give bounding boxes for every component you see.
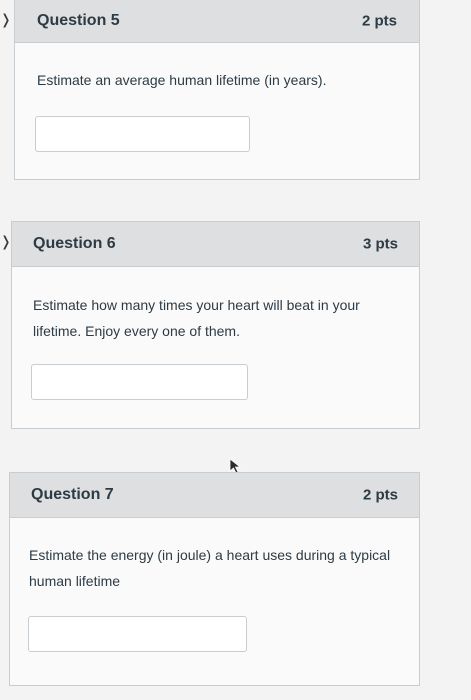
chevron-right-icon[interactable]: ❭ bbox=[0, 234, 12, 250]
question-title: Question 7 bbox=[31, 486, 114, 503]
question-points: 2 pts bbox=[361, 12, 397, 29]
question-card-7: Question 7 2 pts Estimate the energy (in… bbox=[9, 472, 420, 686]
answer-input[interactable] bbox=[28, 616, 247, 652]
question-header: Question 5 2 pts bbox=[15, 0, 419, 43]
chevron-right-icon[interactable]: ❭ bbox=[0, 12, 12, 28]
question-header: Question 7 2 pts bbox=[10, 473, 419, 518]
question-points: 3 pts bbox=[362, 235, 398, 253]
question-card-5: Question 5 2 pts Estimate an average hum… bbox=[14, 0, 420, 180]
question-title: Question 6 bbox=[33, 235, 116, 252]
question-text: Estimate the energy (in joule) a heart u… bbox=[29, 547, 391, 589]
answer-input[interactable] bbox=[35, 116, 250, 152]
question-title: Question 5 bbox=[37, 11, 120, 29]
question-points: 2 pts bbox=[362, 486, 398, 504]
question-text: Estimate an average human lifetime (in y… bbox=[37, 72, 327, 88]
answer-input[interactable] bbox=[31, 364, 248, 400]
question-card-6: Question 6 3 pts Estimate how many times… bbox=[11, 221, 420, 429]
question-text: Estimate how many times your heart will … bbox=[33, 297, 360, 339]
question-header: Question 6 3 pts bbox=[12, 222, 419, 267]
